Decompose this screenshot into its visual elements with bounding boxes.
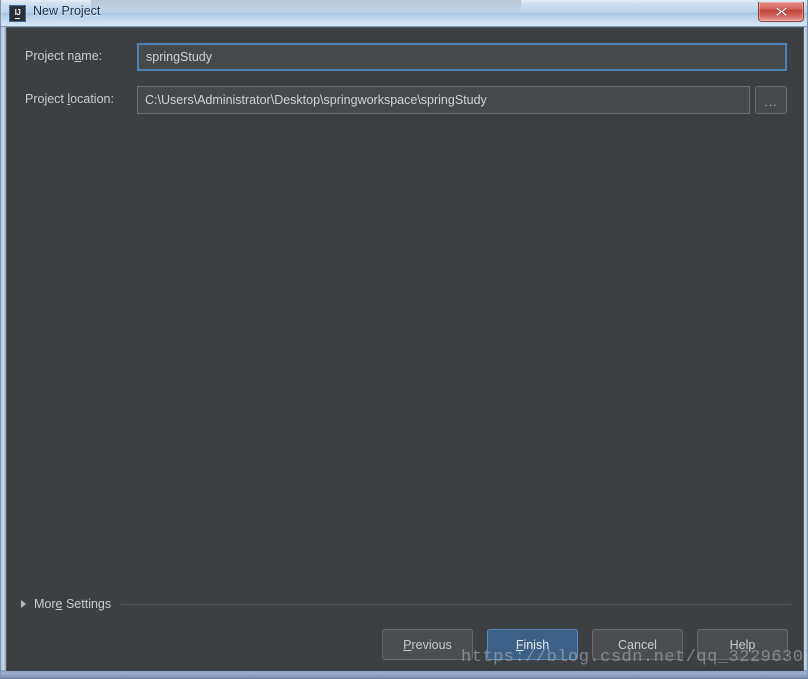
finish-button[interactable]: Finish xyxy=(487,629,578,660)
more-settings-row: More Settings xyxy=(7,594,803,614)
project-name-input[interactable]: springStudy xyxy=(137,43,787,71)
app-icon-label: IJ xyxy=(14,7,21,19)
previous-button[interactable]: Previous xyxy=(382,629,473,660)
title-bar[interactable]: IJ New Project xyxy=(1,0,807,27)
dialog-button-bar: Previous Finish Cancel Help xyxy=(7,629,803,669)
new-project-dialog: Project name: springStudy Project locati… xyxy=(6,27,804,671)
more-settings-label: More Settings xyxy=(34,597,112,611)
close-icon xyxy=(775,6,787,17)
project-location-row: Project location: C:\Users\Administrator… xyxy=(7,86,803,114)
project-name-row: Project name: springStudy xyxy=(7,43,803,71)
project-location-input[interactable]: C:\Users\Administrator\Desktop\springwor… xyxy=(137,86,750,114)
window-frame: IJ New Project Project name: springStudy… xyxy=(0,0,808,679)
window-border-bottom xyxy=(1,670,807,678)
cancel-button[interactable]: Cancel xyxy=(592,629,683,660)
window-title: New Project xyxy=(33,4,101,18)
chevron-right-icon xyxy=(21,600,26,608)
help-button[interactable]: Help xyxy=(697,629,788,660)
more-settings-separator xyxy=(121,603,791,605)
browse-location-button[interactable]: ... xyxy=(755,86,787,114)
intellij-idea-icon: IJ xyxy=(9,5,26,22)
more-settings-toggle[interactable]: More Settings xyxy=(21,597,111,611)
project-location-label: Project location: xyxy=(25,92,114,106)
project-name-label: Project name: xyxy=(25,49,103,63)
close-button[interactable] xyxy=(758,2,804,22)
title-bar-glare xyxy=(91,0,521,13)
